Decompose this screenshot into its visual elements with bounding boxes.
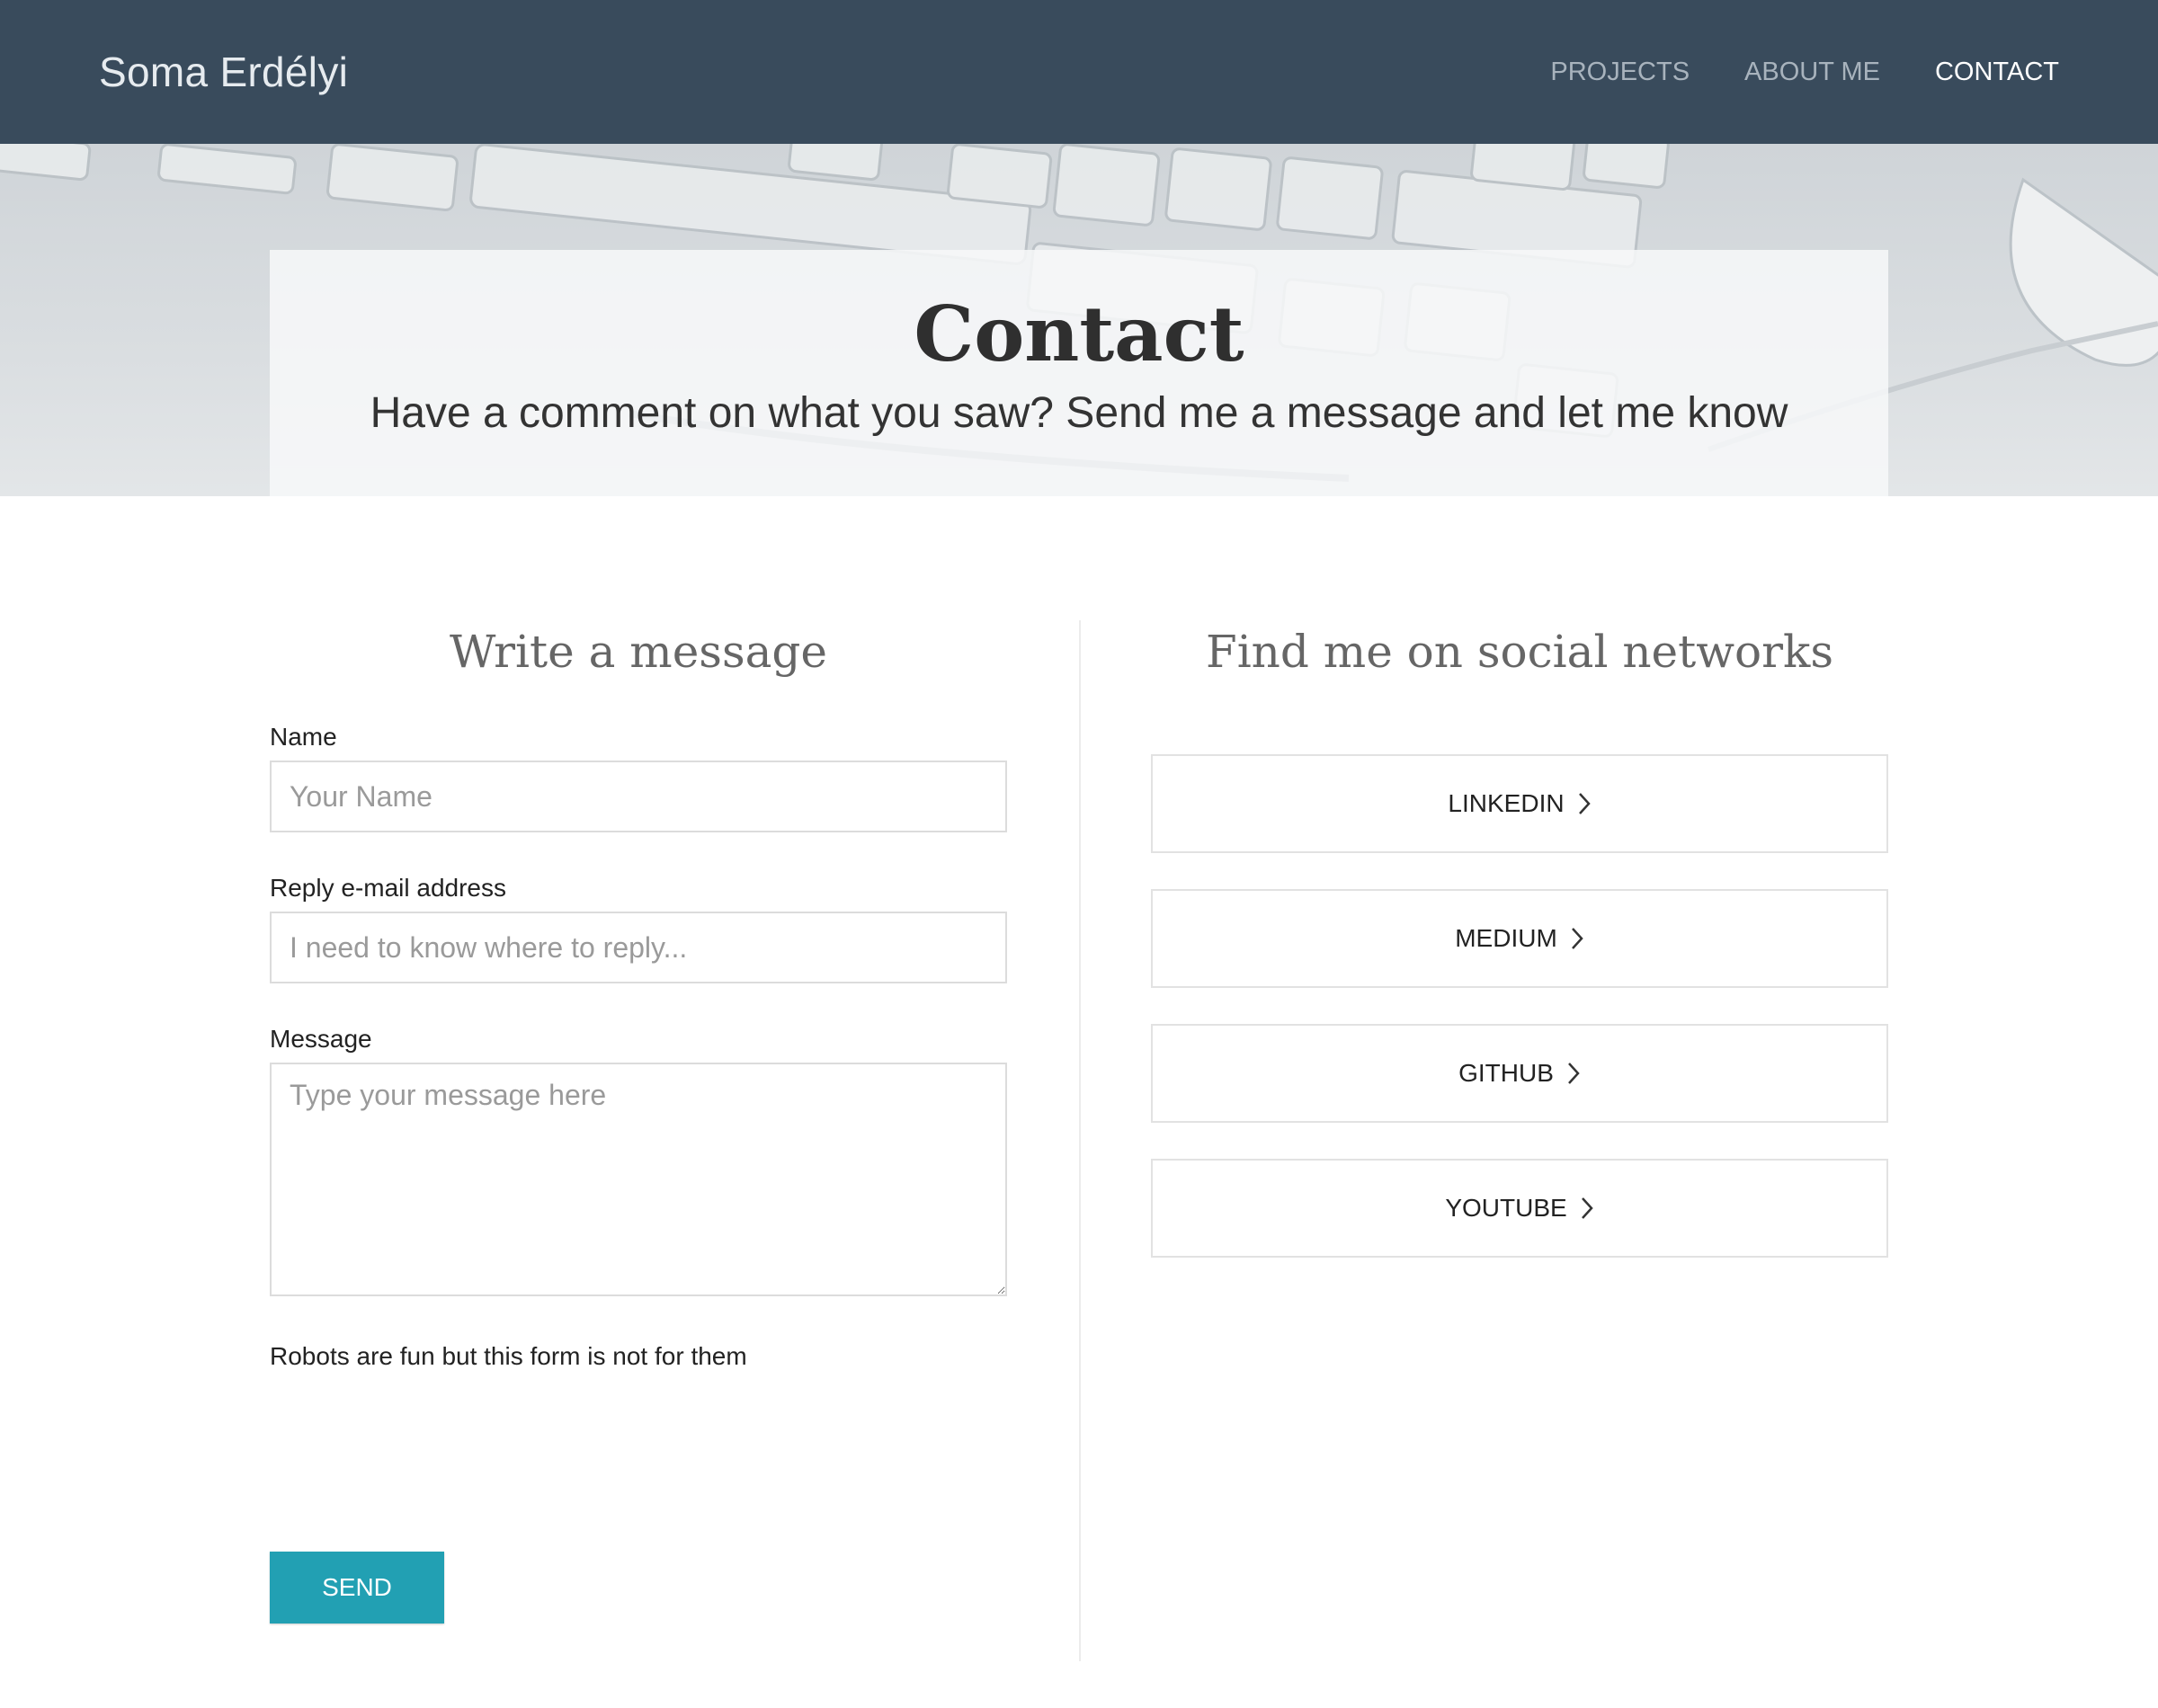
- page-title: Contact: [914, 289, 1244, 378]
- email-label: Reply e-mail address: [270, 874, 506, 902]
- message-label: Message: [270, 1025, 372, 1053]
- medium-label: MEDIUM: [1455, 924, 1557, 952]
- form-title: Write a message: [449, 626, 828, 678]
- linkedin-button[interactable]: LINKEDIN: [1151, 754, 1888, 853]
- social-title: Find me on social networks: [1206, 626, 1833, 678]
- nav-links: PROJECTS ABOUT ME CONTACT: [1550, 58, 2059, 87]
- youtube-button[interactable]: YOUTUBE: [1151, 1159, 1888, 1258]
- linkedin-label: LINKEDIN: [1448, 789, 1565, 817]
- name-label: Name: [270, 723, 337, 751]
- chevron-right-icon: [1577, 791, 1592, 816]
- chevron-right-icon: [1570, 926, 1584, 951]
- social-section: Find me on social networks LINKEDIN MEDI…: [1151, 620, 1888, 1268]
- nav-about-me[interactable]: ABOUT ME: [1744, 58, 1880, 87]
- navbar: Soma Erdélyi PROJECTS ABOUT ME CONTACT: [0, 0, 2158, 144]
- nav-projects[interactable]: PROJECTS: [1550, 58, 1690, 87]
- hero-banner: Contact Have a comment on what you saw? …: [0, 144, 2158, 496]
- name-input[interactable]: [270, 761, 1007, 832]
- medium-button[interactable]: MEDIUM: [1151, 889, 1888, 988]
- column-divider: [1079, 620, 1081, 1661]
- brand-logo[interactable]: Soma Erdélyi: [99, 48, 348, 96]
- chevron-right-icon: [1566, 1061, 1581, 1086]
- send-button[interactable]: SEND: [270, 1552, 444, 1623]
- nav-contact[interactable]: CONTACT: [1935, 58, 2059, 87]
- message-textarea[interactable]: [270, 1063, 1007, 1296]
- youtube-label: YOUTUBE: [1445, 1194, 1567, 1222]
- captcha-note: Robots are fun but this form is not for …: [270, 1342, 747, 1370]
- email-input[interactable]: [270, 912, 1007, 983]
- github-button[interactable]: GITHUB: [1151, 1024, 1888, 1123]
- github-label: GITHUB: [1458, 1059, 1554, 1087]
- chevron-right-icon: [1580, 1196, 1594, 1221]
- hero-card: Contact Have a comment on what you saw? …: [270, 250, 1888, 496]
- contact-form-section: Write a message Name Reply e-mail addres…: [270, 620, 1007, 1663]
- page-subtitle: Have a comment on what you saw? Send me …: [370, 389, 1788, 437]
